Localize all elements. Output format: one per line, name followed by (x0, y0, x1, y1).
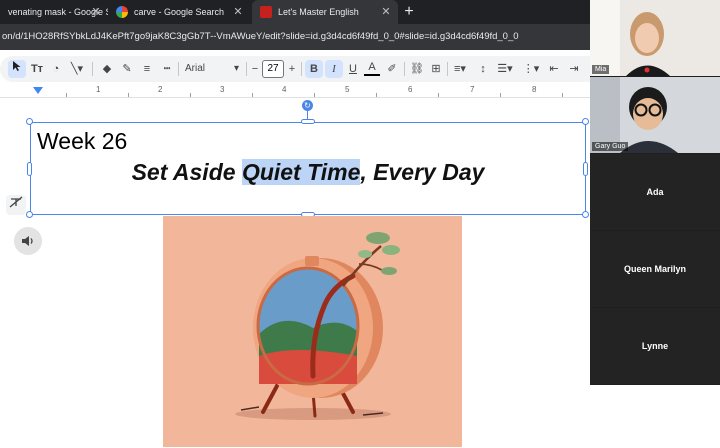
speaker-icon[interactable] (14, 227, 42, 255)
resize-handle[interactable] (301, 119, 315, 124)
clear-formatting-icon[interactable] (6, 195, 26, 215)
text-box-icon[interactable]: Tт (29, 60, 45, 78)
participant-tile-queen-marilyn[interactable]: Queen Marilyn (590, 231, 720, 307)
participant-name: Ada (646, 187, 664, 197)
close-tab-icon[interactable]: ✕ (90, 6, 102, 18)
round-frame-tree-illustration (235, 232, 400, 420)
border-color-icon[interactable]: ✎ (120, 60, 134, 78)
participant-name: Lynne (641, 341, 669, 351)
shape-icon[interactable]: ◔ (48, 60, 64, 78)
insert-comment-icon[interactable]: ⊞ (429, 60, 443, 78)
tab-carve-search[interactable]: carve - Google Search ✕ (108, 0, 250, 24)
text-color-button[interactable]: A (364, 60, 380, 76)
bulleted-list-icon[interactable]: ☰▾ (496, 60, 514, 78)
slides-icon (260, 6, 272, 18)
align-icon[interactable]: ≡▾ (451, 60, 469, 78)
ruler-number: 1 (96, 85, 101, 94)
ruler-tick (376, 93, 377, 97)
slide[interactable]: ↻ Week 26 Set Aside Quiet Time, Every Da… (0, 99, 590, 448)
ruler-number: 6 (408, 85, 413, 94)
participant-video-mia (590, 0, 720, 76)
toolbar-separator (246, 62, 247, 76)
participant-tile-gary-guo[interactable]: Gary Guo (590, 77, 720, 153)
highlight-color-icon[interactable]: ✐ (385, 60, 399, 78)
decrease-font-size-button[interactable]: − (249, 60, 261, 78)
new-tab-button[interactable]: + (400, 3, 418, 21)
numbered-list-icon[interactable]: ⋮▾ (522, 60, 540, 78)
participant-name: Queen Marilyn (623, 264, 686, 274)
resize-handle[interactable] (26, 211, 33, 218)
ruler-number: 4 (282, 85, 287, 94)
decrease-indent-icon[interactable]: ⇤ (547, 60, 561, 78)
browser-tab-strip: venating mask - Google Se ✕ carve - Goog… (0, 0, 590, 24)
participant-label: Gary Guo (592, 142, 629, 151)
headline-selected-text: Quiet Time (241, 159, 361, 185)
border-weight-icon[interactable]: ≡ (140, 60, 154, 78)
ruler-tick (252, 93, 253, 97)
video-call-panel: Mia Gary Guo Ada Queen Marilyn Lynne (590, 0, 720, 448)
toolbar-separator (447, 62, 448, 76)
line-icon[interactable]: ╲▾ (68, 60, 86, 78)
ruler-number: 8 (532, 85, 537, 94)
close-tab-icon[interactable]: ✕ (232, 6, 244, 18)
ruler-tick (314, 93, 315, 97)
line-spacing-icon[interactable]: ↕ (476, 60, 490, 78)
ruler-tick (500, 93, 501, 97)
toolbar-separator (178, 62, 179, 76)
participant-tile-ada[interactable]: Ada (590, 154, 720, 230)
ruler-tick (438, 93, 439, 97)
slides-toolbar: ⋮ Tт ◔ ╲▾ ◆ ✎ ≡ ┅ Arial▾ − 27 + B I U A … (0, 56, 590, 82)
underline-button[interactable]: U (345, 60, 361, 78)
ruler: 1 2 3 4 5 6 7 8 (0, 84, 590, 98)
border-dash-icon[interactable]: ┅ (160, 60, 174, 78)
participant-label: Mia (592, 65, 610, 74)
panel-background (590, 385, 720, 448)
tab-lets-master-english[interactable]: Let's Master English ✕ (252, 0, 398, 24)
ruler-number: 2 (158, 85, 163, 94)
toolbar-separator (404, 62, 405, 76)
font-size-input[interactable]: 27 (262, 60, 284, 78)
bold-button[interactable]: B (305, 60, 323, 78)
ruler-tick (66, 93, 67, 97)
italic-button[interactable]: I (325, 60, 343, 78)
increase-indent-icon[interactable]: ⇥ (567, 60, 581, 78)
headline-text: , Every Day (360, 159, 485, 185)
fill-color-icon[interactable]: ◆ (99, 60, 115, 78)
toolbar-separator (301, 62, 302, 76)
google-icon (116, 6, 128, 18)
ruler-tick (562, 93, 563, 97)
slide-week-label[interactable]: Week 26 (37, 128, 127, 155)
rotate-handle[interactable]: ↻ (302, 100, 313, 111)
resize-handle[interactable] (582, 211, 589, 218)
participant-tile-lynne[interactable]: Lynne (590, 308, 720, 384)
headline-text: Set Aside (131, 159, 242, 185)
insert-link-icon[interactable]: ⛓ (409, 60, 425, 78)
font-name-label: Arial (185, 63, 206, 74)
tab-label: carve - Google Search (134, 7, 225, 17)
slide-headline[interactable]: Set Aside Quiet Time, Every Day (0, 159, 616, 186)
ruler-number: 5 (345, 85, 350, 94)
slide-canvas[interactable]: ↻ Week 26 Set Aside Quiet Time, Every Da… (0, 99, 590, 448)
tab-venating-mask[interactable]: venating mask - Google Se ✕ (0, 0, 108, 24)
ruler-number: 3 (220, 85, 225, 94)
ruler-tick (128, 93, 129, 97)
url-text: on/d/1HO28RfSYbkLdJ4KePft7go9jaK8C3gGb7T… (2, 31, 519, 42)
tab-label: Let's Master English (278, 7, 359, 17)
slide-illustration[interactable] (163, 216, 462, 447)
toolbar-separator (92, 62, 93, 76)
indent-marker[interactable] (33, 87, 43, 94)
participant-tile-mia[interactable]: Mia (590, 0, 720, 76)
address-bar[interactable]: on/d/1HO28RfSYbkLdJ4KePft7go9jaK8C3gGb7T… (0, 24, 590, 50)
resize-handle[interactable] (26, 118, 33, 125)
select-tool-icon[interactable] (8, 60, 26, 78)
close-tab-icon[interactable]: ✕ (380, 6, 392, 18)
ruler-tick (190, 93, 191, 97)
font-family-select[interactable]: Arial ▾ (185, 60, 241, 78)
ruler-number: 7 (470, 85, 475, 94)
resize-handle[interactable] (582, 118, 589, 125)
increase-font-size-button[interactable]: + (286, 60, 298, 78)
